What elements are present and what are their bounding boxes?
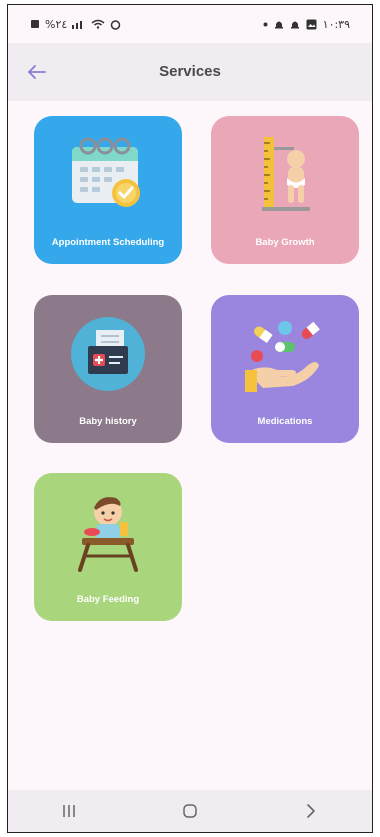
home-button[interactable] [160, 795, 220, 827]
signal-icon [72, 21, 83, 29]
notification-bell-icon-2 [290, 21, 299, 28]
battery-saver-icon [31, 20, 39, 28]
service-label: Baby Growth [255, 237, 315, 248]
service-label: Appointment Scheduling [51, 237, 165, 248]
app-bar: Services [8, 43, 372, 101]
medical-folder-icon [71, 317, 145, 391]
calendar-icon [72, 137, 140, 207]
service-card-appointment[interactable]: Appointment Scheduling [34, 116, 182, 264]
page-title: Services [159, 63, 221, 80]
home-icon [183, 804, 197, 818]
notification-bell-icon [274, 21, 283, 28]
service-card-baby-feeding[interactable]: Baby Feeding [34, 473, 182, 621]
service-label: Baby Feeding [76, 594, 140, 605]
service-card-baby-history[interactable]: Baby history [34, 295, 182, 443]
pills-hand-icon [245, 321, 320, 392]
alarm-icon [111, 19, 121, 30]
system-navigation-bar [8, 790, 372, 832]
service-label: Medications [257, 416, 313, 427]
recent-apps-icon [62, 805, 75, 817]
clock: ١٠:٣٩ [322, 17, 350, 31]
wifi-icon [91, 19, 105, 29]
app-frame: %٢٤ ١٠:٣٩ Services Appointment Schedulin… [7, 4, 373, 833]
recent-apps-button[interactable] [39, 795, 99, 827]
baby-highchair-icon [78, 497, 138, 572]
service-card-baby-growth[interactable]: Baby Growth [211, 116, 359, 264]
service-label: Baby history [79, 416, 137, 427]
status-bar: %٢٤ ١٠:٣٩ [8, 5, 372, 43]
chevron-right-icon [307, 804, 316, 818]
battery-percent: %٢٤ [45, 17, 68, 31]
dot-icon [263, 22, 268, 26]
baby-height-icon [262, 137, 310, 211]
service-card-medications[interactable]: Medications [211, 295, 359, 443]
back-nav-button[interactable] [281, 795, 341, 827]
gallery-icon [306, 19, 317, 29]
